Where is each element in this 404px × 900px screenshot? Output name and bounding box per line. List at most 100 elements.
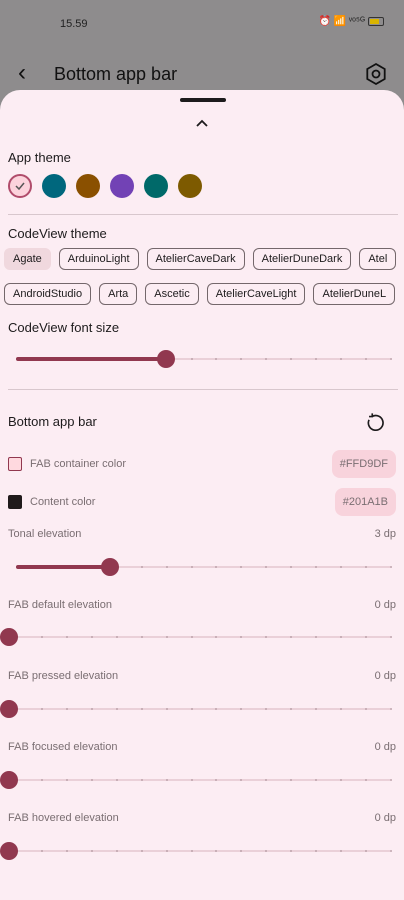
fab-hovered-elevation-label: FAB hovered elevation [8,812,119,824]
slider-tick [140,636,143,638]
back-button[interactable]: ‹ [18,60,26,86]
fab-focused-elevation-slider[interactable] [0,770,392,790]
battery-icon [368,17,384,26]
theme-swatch[interactable] [178,174,202,198]
check-icon [15,182,25,191]
fab-default-elevation-value: 0 dp [374,599,396,611]
app-theme-label: App theme [8,150,71,165]
settings-icon[interactable] [364,62,388,86]
tonal-elevation-slider[interactable] [16,557,392,577]
slider-tick [40,708,43,710]
codeview-theme-chip[interactable]: AndroidStudio [4,283,92,305]
codeview-theme-label: CodeView theme [8,226,107,241]
codeview-theme-chip[interactable]: Atel [359,248,397,270]
fab-container-color-value[interactable]: #FFD9DF [331,450,396,478]
codeview-theme-chip[interactable]: Agate [4,248,51,270]
slider-tick [165,636,168,638]
fab-pressed-elevation-slider[interactable] [0,699,392,719]
slider-tick [390,850,392,852]
slider-tick [65,708,68,710]
slider-tick [165,779,168,781]
status-time: 15.59 [60,18,88,30]
slider-tick [390,358,392,360]
divider [8,389,398,390]
page-title: Bottom app bar [54,64,178,84]
slider-tick [140,708,143,710]
content-color-value[interactable]: #201A1B [334,488,396,516]
codeview-theme-chip[interactable]: Ascetic [145,283,199,305]
slider-track [16,636,390,638]
content-color-swatch[interactable] [8,495,22,509]
font-size-slider[interactable] [16,349,392,369]
slider-track [16,779,390,781]
fab-focused-elevation-value: 0 dp [374,741,396,753]
slider-tick [90,636,93,638]
settings-sheet: App theme CodeView theme Agate ArduinoLig… [0,90,404,900]
theme-swatch[interactable] [42,174,66,198]
fab-hovered-elevation-slider[interactable] [0,841,392,861]
divider [8,214,398,215]
theme-swatch[interactable] [76,174,100,198]
slider-tick [140,566,143,568]
fab-container-color-swatch[interactable] [8,457,22,471]
fab-container-color-label: FAB container color [30,458,126,470]
slider-tick [165,708,168,710]
slider-tick [190,358,193,360]
slider-tick [190,636,193,638]
theme-swatch[interactable] [110,174,134,198]
theme-swatch[interactable] [8,174,32,198]
content-color-label: Content color [30,496,96,508]
slider-thumb[interactable] [100,558,119,576]
slider-tick [65,850,68,852]
drag-handle[interactable] [180,98,226,102]
slider-fill [16,565,110,569]
slider-thumb[interactable] [0,700,18,718]
codeview-theme-chip[interactable]: AtelierDuneDark [252,248,352,270]
tonal-elevation-value: 3 dp [374,528,396,540]
slider-track [16,850,390,852]
font-size-label: CodeView font size [8,320,120,335]
codeview-theme-chip[interactable]: AtelierCaveLight [206,283,306,305]
slider-thumb[interactable] [0,842,18,860]
slider-tick [115,708,118,710]
slider-tick [165,850,168,852]
slider-tick [190,850,193,852]
reset-icon[interactable] [364,412,386,434]
slider-tick [90,779,93,781]
bottom-app-bar-label: Bottom app bar [8,414,97,429]
codeview-theme-chip[interactable]: AtelierCaveDark [146,248,245,270]
slider-tick [90,708,93,710]
slider-track [16,708,390,710]
fab-default-elevation-slider[interactable] [0,627,392,647]
codeview-theme-chip[interactable]: Arta [99,283,138,305]
slider-tick [190,566,193,568]
slider-tick [390,779,392,781]
slider-tick [115,850,118,852]
slider-tick [65,779,68,781]
slider-tick [165,566,168,568]
fab-focused-elevation-label: FAB focused elevation [8,741,118,753]
codeview-theme-chip[interactable]: ArduinoLight [58,248,139,270]
fab-hovered-elevation-value: 0 dp [374,812,396,824]
slider-tick [390,708,392,710]
slider-tick [115,779,118,781]
status-indicators: ⏰ 📶 ᵛᵒ⁵ᴳ [318,16,365,27]
slider-tick [190,779,193,781]
codeview-theme-chip[interactable]: AtelierDuneL [313,283,396,305]
slider-tick [390,636,392,638]
slider-tick [115,636,118,638]
slider-tick [40,779,43,781]
slider-tick [140,779,143,781]
slider-tick [65,636,68,638]
slider-tick [140,850,143,852]
theme-swatch[interactable] [144,174,168,198]
chevron-up-icon[interactable] [194,118,210,128]
slider-tick [40,636,43,638]
slider-tick [40,850,43,852]
slider-thumb[interactable] [0,771,18,789]
status-bar: 15.59 ⏰ 📶 ᵛᵒ⁵ᴳ [0,0,404,48]
slider-thumb[interactable] [0,628,18,646]
slider-thumb[interactable] [156,350,175,368]
tonal-elevation-label: Tonal elevation [8,528,82,540]
fab-default-elevation-label: FAB default elevation [8,599,112,611]
